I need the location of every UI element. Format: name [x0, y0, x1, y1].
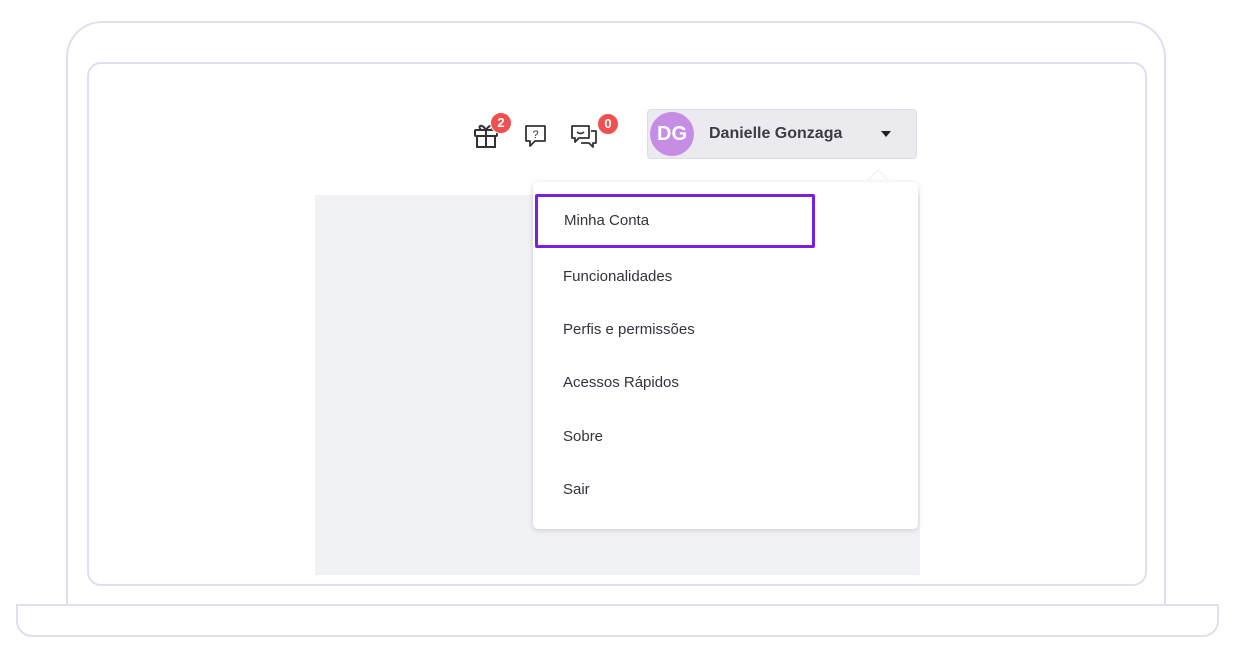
- user-menu-button[interactable]: DG Danielle Gonzaga: [647, 109, 917, 159]
- menu-item-minha-conta[interactable]: Minha Conta: [535, 194, 815, 248]
- user-name: Danielle Gonzaga: [709, 125, 843, 142]
- menu-item-sair[interactable]: Sair: [533, 463, 918, 517]
- user-dropdown-menu: Minha Conta Funcionalidades Perfis e per…: [533, 182, 918, 529]
- chat-icon[interactable]: [569, 122, 599, 150]
- notifications-badge: 2: [490, 112, 512, 134]
- menu-item-funcionalidades[interactable]: Funcionalidades: [533, 250, 918, 304]
- laptop-base: [16, 604, 1219, 637]
- svg-text:?: ?: [532, 129, 538, 141]
- chat-badge: 0: [597, 113, 619, 135]
- avatar: DG: [650, 112, 694, 156]
- caret-down-icon: [881, 131, 891, 137]
- menu-item-sobre[interactable]: Sobre: [533, 410, 918, 464]
- menu-item-acessos-rapidos[interactable]: Acessos Rápidos: [533, 356, 918, 410]
- menu-item-perfis-permissoes[interactable]: Perfis e permissões: [533, 303, 918, 357]
- help-icon[interactable]: ?: [523, 123, 549, 149]
